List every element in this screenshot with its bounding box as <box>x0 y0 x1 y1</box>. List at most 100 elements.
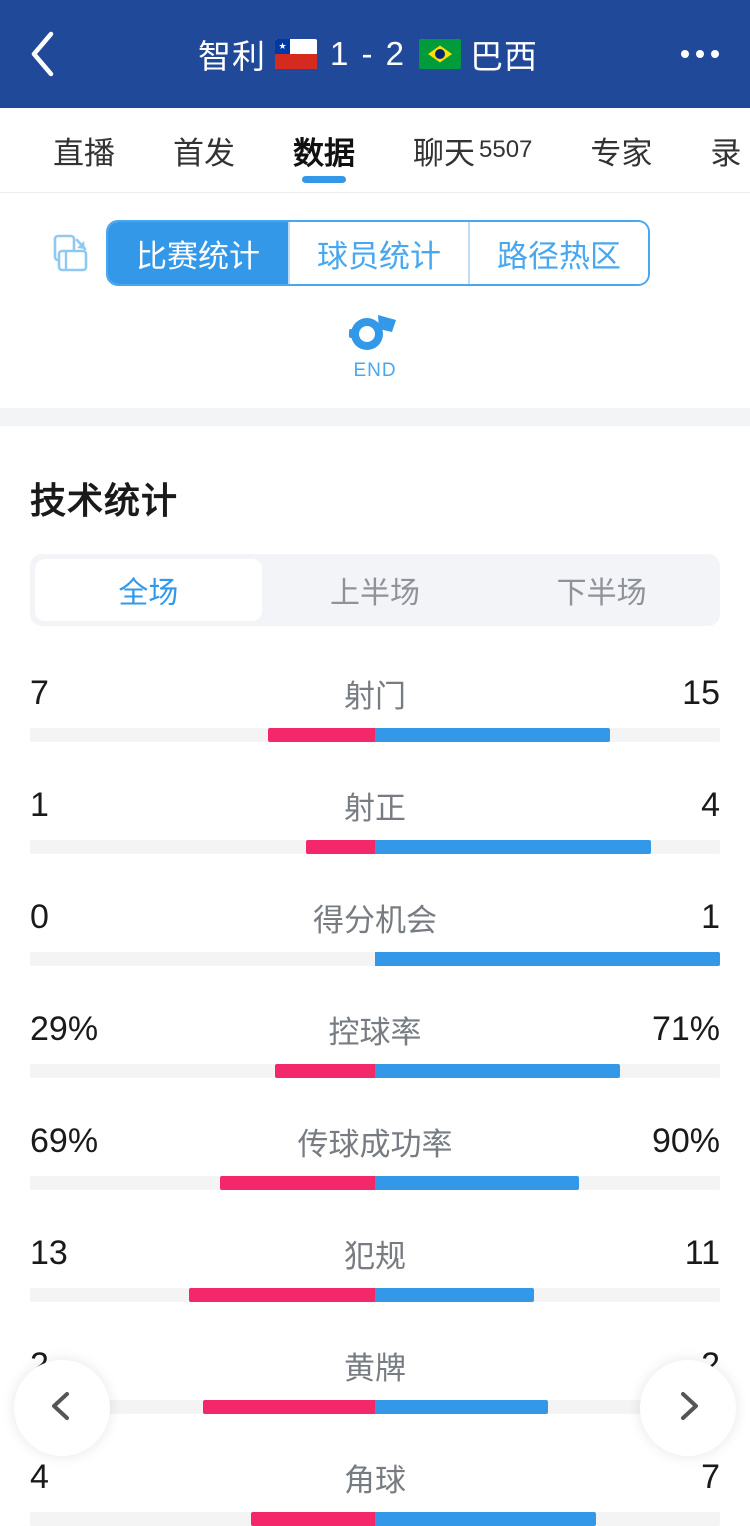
away-team-name: 巴西 <box>470 38 539 75</box>
stat-bar-away <box>375 728 610 742</box>
stats-mode-section: 比赛统计 球员统计 路径热区 END <box>0 193 750 408</box>
stat-row: 4 角球 7 <box>30 1436 720 1526</box>
stat-row-header: 29% 控球率 71% <box>30 1000 720 1058</box>
back-button[interactable] <box>0 0 86 108</box>
section-divider <box>0 408 750 426</box>
stat-row: 1 射正 4 <box>30 764 720 854</box>
segment-match-stats-label: 比赛统计 <box>136 238 260 274</box>
half-tab-second[interactable]: 下半场 <box>488 559 715 621</box>
stat-bar-track <box>30 1064 720 1078</box>
stat-row-header: 69% 传球成功率 90% <box>30 1112 720 1170</box>
stat-bar-home <box>268 728 375 742</box>
chevron-left-circle-icon <box>45 1389 79 1428</box>
tab-chat-count: 5507 <box>479 136 533 163</box>
stat-bar-away <box>375 1512 596 1526</box>
stat-bar-home <box>202 1400 375 1414</box>
stat-bar-track <box>30 1176 720 1190</box>
match-status-label: END <box>353 360 397 381</box>
brazil-flag-icon <box>419 39 462 69</box>
stats-mode-segmented: 比赛统计 球员统计 路径热区 <box>106 220 650 286</box>
half-tab-first[interactable]: 上半场 <box>262 559 489 621</box>
stat-away-value: 11 <box>684 1233 720 1272</box>
stat-home-value: 7 <box>30 673 49 712</box>
segment-heatmap[interactable]: 路径热区 <box>468 222 648 284</box>
stat-bar-home <box>306 840 375 854</box>
stats-section-title: 技术统计 <box>30 480 179 521</box>
tab-expert-label: 专家 <box>590 135 653 171</box>
stat-bar-track <box>30 728 720 742</box>
tab-chat-label: 聊天 <box>413 135 475 171</box>
match-status: END <box>0 312 750 382</box>
stat-label: 射门 <box>344 678 406 714</box>
segment-player-stats[interactable]: 球员统计 <box>288 222 468 284</box>
tab-lineup[interactable]: 首发 <box>144 108 264 192</box>
half-tab-fulltime[interactable]: 全场 <box>35 559 262 621</box>
segment-match-stats[interactable]: 比赛统计 <box>108 222 288 284</box>
stat-row: 69% 传球成功率 90% <box>30 1100 720 1190</box>
stat-away-value: 4 <box>701 785 720 824</box>
rotate-screen-icon[interactable] <box>48 230 94 276</box>
tab-chat[interactable]: 聊天 5507 <box>384 108 561 192</box>
stat-row-header: 2黄牌2 <box>30 1336 720 1394</box>
chevron-left-icon <box>28 29 58 79</box>
stat-bar-away <box>375 1176 579 1190</box>
stat-home-value: 69% <box>30 1121 99 1160</box>
tab-replay[interactable]: 录 <box>681 108 750 192</box>
tab-live[interactable]: 直播 <box>24 108 144 192</box>
home-team-name: 智利 <box>197 38 266 75</box>
stat-row-header: 7 射门 15 <box>30 664 720 722</box>
stat-home-value: 29% <box>30 1009 99 1048</box>
stat-row: 29% 控球率 71% <box>30 988 720 1078</box>
stat-bar-track <box>30 1288 720 1302</box>
stat-row: 2黄牌2 <box>30 1324 720 1414</box>
stat-label: 得分机会 <box>313 902 437 938</box>
stat-row-header: 13 犯规 11 <box>30 1224 720 1282</box>
stat-home-value: 4 <box>30 1457 49 1496</box>
app-header: 智利 ★ 1 - 2 巴西 <box>0 0 750 108</box>
half-tab-first-label: 上半场 <box>330 577 420 610</box>
stat-label: 犯规 <box>344 1238 406 1274</box>
stat-away-value: 90% <box>651 1121 720 1160</box>
stat-label: 角球 <box>344 1462 406 1498</box>
stat-row: 13 犯规 11 <box>30 1212 720 1302</box>
stat-bar-away <box>375 1288 534 1302</box>
stat-away-value: 7 <box>701 1457 720 1496</box>
stat-row: 0 得分机会 1 <box>30 876 720 966</box>
tab-lineup-label: 首发 <box>173 135 235 171</box>
stat-row-header: 1 射正 4 <box>30 776 720 834</box>
stat-bar-track <box>30 1512 720 1526</box>
half-tab-second-label: 下半场 <box>556 577 647 610</box>
prev-match-button[interactable] <box>14 1360 110 1456</box>
stat-label: 传球成功率 <box>297 1126 453 1162</box>
stat-bar-track <box>30 840 720 854</box>
stat-bar-away <box>375 1400 548 1414</box>
stat-row: 7 射门 15 <box>30 652 720 742</box>
match-title: 智利 ★ 1 - 2 巴西 <box>86 30 650 78</box>
stat-bar-away <box>375 952 720 966</box>
stat-row-header: 4 角球 7 <box>30 1448 720 1506</box>
segment-heatmap-label: 路径热区 <box>497 238 621 274</box>
stat-home-value: 13 <box>30 1233 68 1272</box>
more-horizontal-icon[interactable] <box>650 0 750 108</box>
chile-flag-icon: ★ <box>274 39 317 69</box>
whistle-icon <box>348 312 402 359</box>
half-period-tabs: 全场 上半场 下半场 <box>30 554 720 626</box>
match-score: 1 - 2 <box>329 35 407 72</box>
stat-bar-away <box>375 1064 620 1078</box>
segment-player-stats-label: 球员统计 <box>317 238 441 274</box>
stat-home-value: 0 <box>30 897 49 936</box>
tab-live-label: 直播 <box>53 135 115 171</box>
stat-label: 射正 <box>344 790 406 826</box>
stat-bar-away <box>375 840 651 854</box>
tab-data[interactable]: 数据 <box>264 108 384 192</box>
half-tab-fulltime-label: 全场 <box>118 577 179 610</box>
stat-label: 黄牌 <box>344 1350 406 1386</box>
stats-mode-row: 比赛统计 球员统计 路径热区 <box>0 220 750 286</box>
next-match-button[interactable] <box>640 1360 736 1456</box>
tab-replay-label: 录 <box>710 135 742 171</box>
tab-expert[interactable]: 专家 <box>561 108 681 192</box>
tab-active-underline <box>302 176 346 183</box>
stat-label: 控球率 <box>328 1014 422 1050</box>
main-tabbar: 直播 首发 数据 聊天 5507 专家 录 <box>0 108 750 192</box>
stat-bar-home <box>250 1512 375 1526</box>
